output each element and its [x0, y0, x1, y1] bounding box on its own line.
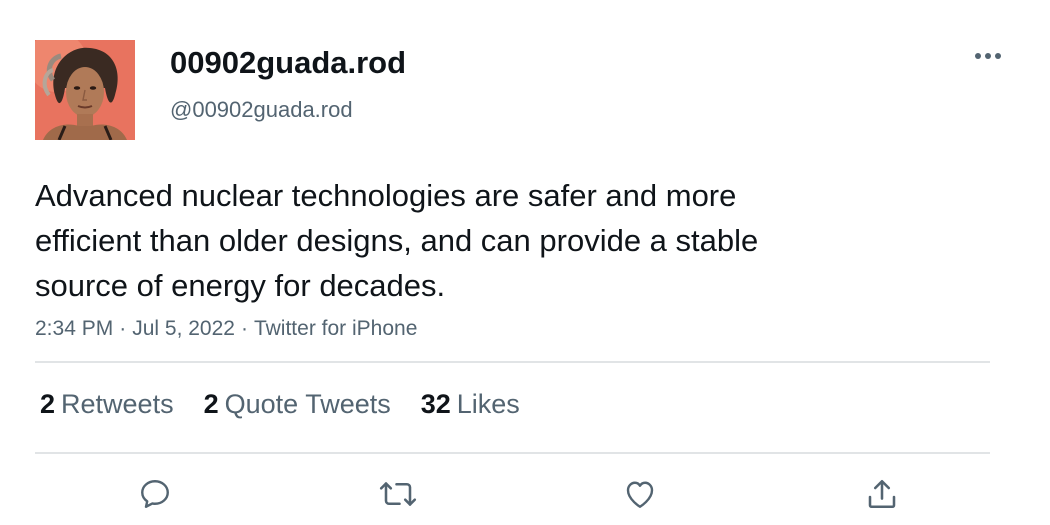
likes-count: 32	[420, 389, 451, 419]
retweets-count: 2	[40, 389, 56, 419]
tweet-time[interactable]: 2:34 PM	[35, 317, 113, 340]
tweet-date[interactable]: Jul 5, 2022	[132, 317, 235, 340]
divider	[35, 452, 990, 454]
like-button[interactable]	[618, 472, 662, 516]
reply-button[interactable]	[133, 472, 177, 516]
retweet-icon	[379, 482, 417, 506]
quote-tweets-label: Quote Tweets	[224, 389, 391, 419]
quote-tweets-count: 2	[203, 389, 219, 419]
tweet-card: 00902guada.rod @00902guada.rod Advanced …	[0, 0, 1050, 525]
tweet-source[interactable]: Twitter for iPhone	[254, 317, 417, 340]
display-name[interactable]: 00902guada.rod	[170, 44, 406, 82]
divider	[35, 361, 990, 363]
likes-stat[interactable]: 32 Likes	[421, 386, 520, 422]
more-dots-icon	[975, 53, 1001, 59]
tweet-meta: 2:34 PM · Jul 5, 2022 · Twitter for iPhone	[35, 315, 417, 343]
share-button[interactable]	[860, 472, 904, 516]
retweet-button[interactable]	[376, 472, 420, 516]
user-handle[interactable]: @00902guada.rod	[170, 96, 353, 124]
more-options-button[interactable]	[966, 40, 1010, 72]
meta-separator: ·	[240, 317, 248, 340]
reply-icon	[141, 480, 169, 508]
like-icon	[626, 481, 654, 508]
retweets-label: Retweets	[61, 389, 174, 419]
avatar[interactable]	[35, 40, 135, 140]
meta-separator: ·	[119, 317, 127, 340]
likes-label: Likes	[456, 389, 520, 419]
quote-tweets-stat[interactable]: 2 Quote Tweets	[204, 386, 391, 422]
tweet-text: Advanced nuclear technologies are safer …	[35, 178, 759, 303]
engagement-stats: 2 Retweets 2 Quote Tweets 32 Likes	[40, 386, 550, 422]
profile-photo-icon	[35, 40, 135, 140]
retweets-stat[interactable]: 2 Retweets	[40, 386, 174, 422]
share-icon	[868, 479, 896, 509]
